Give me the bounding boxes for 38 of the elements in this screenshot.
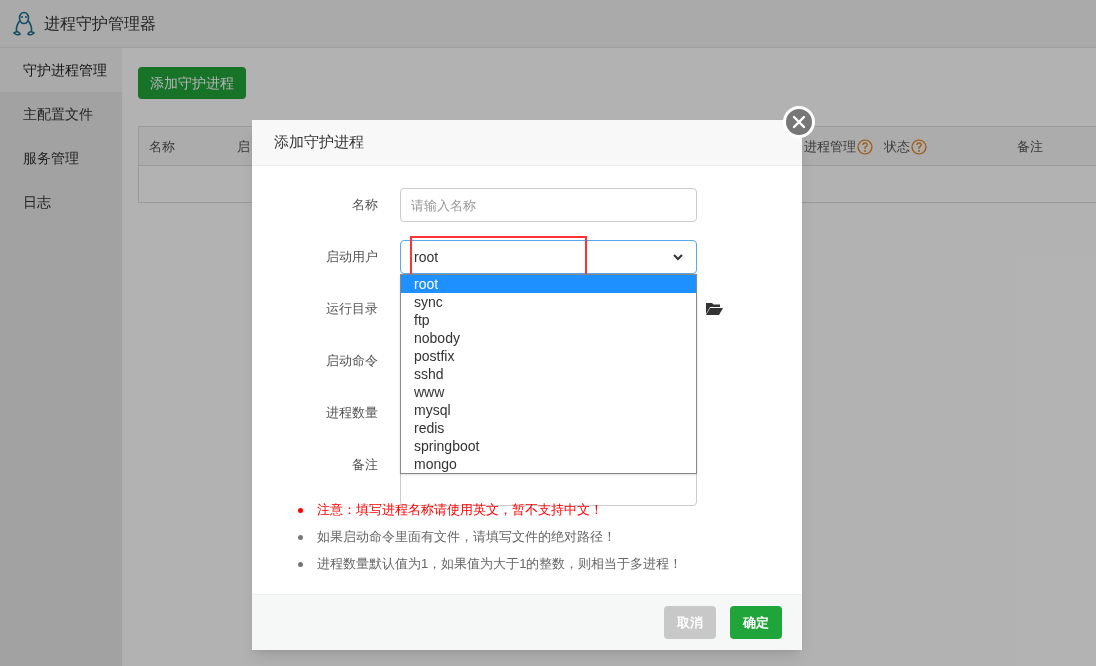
column-header: 备注	[1017, 137, 1043, 156]
note-text: 如果启动命令里面有文件，请填写文件的绝对路径！	[317, 528, 616, 546]
select-field[interactable]: root	[400, 240, 697, 274]
dropdown-option[interactable]: nobody	[401, 329, 696, 347]
field-label: 名称	[351, 196, 378, 214]
help-icon[interactable]	[857, 138, 873, 155]
dropdown-option[interactable]: ftp	[401, 311, 696, 329]
column-header: 状态	[884, 137, 910, 156]
dropdown-option[interactable]: postfix	[401, 347, 696, 365]
bullet-icon	[298, 507, 303, 513]
field-label: 运行目录	[325, 300, 378, 318]
column-header: 进程管理	[804, 137, 856, 156]
bullet-icon	[298, 561, 303, 567]
chevron-icon	[673, 253, 683, 261]
app-title: 进程守护管理器	[44, 13, 156, 34]
dropdown-option[interactable]: mysql	[401, 401, 696, 419]
dropdown-option[interactable]: springboot	[401, 437, 696, 455]
sidebar-item[interactable]: 守护进程管理	[0, 48, 122, 92]
bullet-icon	[298, 534, 303, 540]
column-header: 启	[237, 137, 250, 156]
penguin-icon	[12, 10, 36, 37]
folder-icon[interactable]	[706, 302, 723, 315]
help-icon[interactable]	[911, 138, 927, 155]
dialog-title: 添加守护进程	[274, 132, 364, 153]
dropdown-option[interactable]: mongo	[401, 455, 696, 473]
note-text: 进程数量默认值为1，如果值为大于1的整数，则相当于多进程！	[317, 555, 683, 573]
field-label: 备注	[351, 456, 378, 474]
column-header: 名称	[149, 137, 175, 156]
field-label: 启动用户	[325, 248, 378, 266]
field-label: 进程数量	[325, 404, 378, 422]
note-text: 注意：填写进程名称请使用英文，暂不支持中文！	[317, 501, 603, 519]
dropdown-option[interactable]: sshd	[401, 365, 696, 383]
input-field[interactable]: 请输入名称	[400, 188, 697, 222]
dropdown-option[interactable]: sync	[401, 293, 696, 311]
dropdown-option[interactable]: redis	[401, 419, 696, 437]
dropdown-option[interactable]: www	[401, 383, 696, 401]
close-icon[interactable]	[783, 106, 815, 138]
field-label: 启动命令	[325, 352, 378, 370]
